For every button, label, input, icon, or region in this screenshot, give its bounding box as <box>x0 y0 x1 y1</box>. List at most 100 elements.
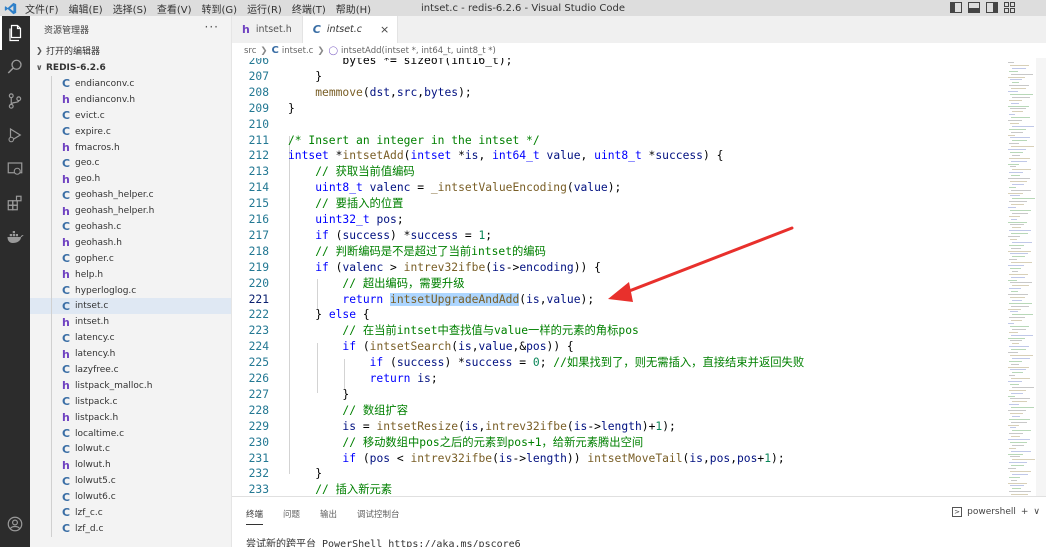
file-item[interactable]: Clzf_c.c <box>30 505 231 521</box>
search-button[interactable] <box>0 50 30 84</box>
explorer-title: 资源管理器 <box>44 25 90 36</box>
file-item[interactable]: Cevict.c <box>30 107 231 124</box>
terminal-name[interactable]: powershell <box>967 507 1016 517</box>
files-icon <box>9 24 22 42</box>
more-actions-icon[interactable]: ··· <box>205 20 219 34</box>
explorer-button[interactable] <box>0 16 30 50</box>
file-name: expire.c <box>75 126 111 137</box>
file-item[interactable]: Clistpack.c <box>30 393 231 410</box>
menu-item[interactable]: 查看(V) <box>152 1 197 16</box>
menu-item[interactable]: 运行(R) <box>242 1 287 16</box>
menu-item[interactable]: 转到(G) <box>197 1 243 16</box>
file-item[interactable]: Clatency.c <box>30 330 231 347</box>
menu-item[interactable]: 编辑(E) <box>64 1 108 16</box>
file-name: help.h <box>75 269 104 280</box>
file-item[interactable]: h lolwut.h <box>30 457 231 474</box>
new-terminal-button[interactable]: + <box>1021 507 1029 517</box>
file-item[interactable]: Cgeo.c <box>30 155 231 172</box>
tree-indent-guide <box>51 393 52 410</box>
file-item[interactable]: h help.h <box>30 266 231 283</box>
remote-explorer-button[interactable] <box>0 152 30 186</box>
tree-indent-guide <box>51 266 52 283</box>
bottom-panel: 终端 问题 输出 调试控制台 > powershell + ∨ 尝试新的跨平台 Pow… <box>232 496 1046 547</box>
file-name: lazyfree.c <box>75 364 119 375</box>
editor-tab[interactable]: h intset.h <box>232 16 303 43</box>
chevron-down-icon[interactable]: ∨ <box>1033 507 1040 517</box>
file-item[interactable]: Cgeohash.c <box>30 219 231 235</box>
breadcrumb-file[interactable]: intset.c <box>282 46 313 56</box>
chevron-right-icon: ❯ <box>36 46 43 55</box>
panel-tab[interactable]: 问题 <box>283 504 300 524</box>
file-item[interactable]: h geohash_helper.h <box>30 203 231 220</box>
file-item[interactable]: h listpack_malloc.h <box>30 377 231 394</box>
menu-item[interactable]: 终端(T) <box>287 1 331 16</box>
toggle-panel-icon[interactable] <box>968 2 980 13</box>
panel-tab[interactable]: 调试控制台 <box>357 504 400 524</box>
breadcrumb: src ❯ C intset.c ❯ ◯ intsetAdd(intset *,… <box>232 43 1046 58</box>
file-item[interactable]: Cexpire.c <box>30 123 231 140</box>
file-item[interactable]: h geo.h <box>30 171 231 188</box>
tree-indent-guide <box>51 187 52 204</box>
docker-icon <box>7 231 24 243</box>
tree-indent-guide <box>51 520 52 537</box>
menu-item[interactable]: 选择(S) <box>108 1 152 16</box>
h-file-icon: h <box>62 236 70 250</box>
toggle-secondary-sidebar-icon[interactable] <box>986 2 998 13</box>
run-debug-button[interactable] <box>0 118 30 152</box>
open-editors-section[interactable]: ❯ 打开的编辑器 <box>30 42 231 59</box>
file-item[interactable]: Cgopher.c <box>30 250 231 267</box>
tree-indent-guide <box>51 330 52 347</box>
file-item[interactable]: Chyperloglog.c <box>30 282 231 299</box>
file-item[interactable]: Clzf_d.c <box>30 520 231 537</box>
file-item[interactable]: Cgeohash_helper.c <box>30 187 231 204</box>
h-file-icon: h <box>62 268 70 282</box>
source-control-button[interactable] <box>0 84 30 118</box>
docker-button[interactable] <box>0 220 30 254</box>
file-name: evict.c <box>75 110 105 121</box>
tree-indent-guide <box>51 155 52 172</box>
account-button[interactable] <box>0 507 30 541</box>
panel-tab[interactable]: 输出 <box>320 504 337 524</box>
file-item[interactable]: Clolwut5.c <box>30 473 231 490</box>
file-item[interactable]: Cendianconv.c <box>30 76 231 92</box>
file-item[interactable]: h fmacros.h <box>30 139 231 156</box>
file-item[interactable]: h geohash.h <box>30 234 231 251</box>
extensions-button[interactable] <box>0 186 30 220</box>
file-item[interactable]: h latency.h <box>30 346 231 363</box>
code-editor[interactable]: 206 bytes *= sizeof(int16_t); 207 } 208 me… <box>232 58 1046 496</box>
close-tab-icon[interactable]: × <box>380 23 389 36</box>
c-file-icon: C <box>62 395 71 409</box>
terminal-icon: > <box>952 507 963 517</box>
c-file-icon: C <box>62 284 71 298</box>
tree-indent-guide <box>51 76 52 92</box>
breadcrumb-folder[interactable]: src <box>244 46 256 56</box>
file-tree: Cendianconv.c h endianconv.h Cevict.c Cexpir… <box>30 76 231 537</box>
tree-indent-guide <box>51 377 52 394</box>
search-icon <box>7 59 22 74</box>
folder-section[interactable]: ∨ REDIS-6.2.6 <box>30 59 231 76</box>
file-item[interactable]: Cintset.c <box>30 298 231 315</box>
file-item[interactable]: h listpack.h <box>30 409 231 426</box>
file-item[interactable]: Clazyfree.c <box>30 362 231 378</box>
menu-item[interactable]: 帮助(H) <box>331 1 376 16</box>
editor-tab[interactable]: Cintset.c × <box>302 16 399 43</box>
file-item[interactable]: h endianconv.h <box>30 91 231 108</box>
file-item[interactable]: h intset.h <box>30 314 231 331</box>
file-item[interactable]: Clolwut6.c <box>30 489 231 506</box>
title-bar: 文件(F) 编辑(E) 选择(S) 查看(V) 转到(G) 运行(R) 终端(T) 帮助(H)… <box>0 0 1046 16</box>
file-item[interactable]: Clocaltime.c <box>30 425 231 442</box>
c-file-icon: C <box>62 156 71 170</box>
vscode-logo-icon <box>0 0 20 16</box>
panel-tab[interactable]: 终端 <box>246 504 264 525</box>
h-file-icon: h <box>62 411 70 425</box>
h-file-icon: h <box>62 141 70 154</box>
file-name: latency.h <box>75 349 116 360</box>
c-file-icon: C <box>62 490 71 504</box>
h-file-icon: h <box>62 93 70 107</box>
customize-layout-icon[interactable] <box>1004 2 1016 13</box>
file-item[interactable]: Clolwut.c <box>30 441 231 458</box>
toggle-sidebar-icon[interactable] <box>950 2 962 13</box>
breadcrumb-symbol[interactable]: intsetAdd(intset *, int64_t, uint8_t *) <box>341 46 496 56</box>
file-name: intset.h <box>75 317 110 328</box>
menu-item[interactable]: 文件(F) <box>20 1 64 16</box>
